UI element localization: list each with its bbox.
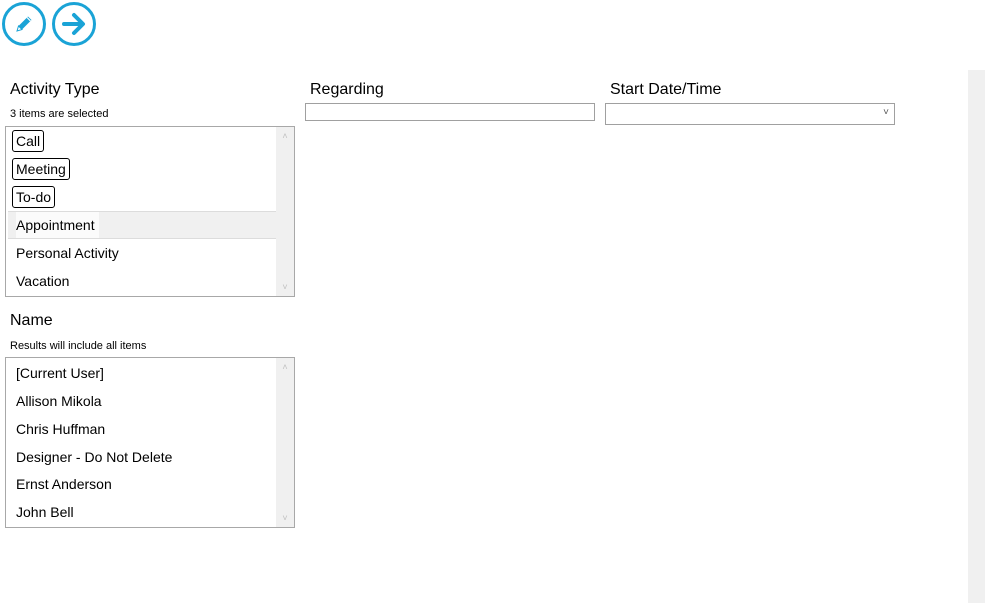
scroll-up-icon[interactable]: ˄ — [276, 128, 294, 144]
name-label: Name — [10, 312, 53, 329]
regarding-label: Regarding — [310, 81, 384, 98]
list-item-label: To-do — [12, 186, 56, 208]
next-button[interactable] — [52, 2, 96, 46]
activity-type-item-todo[interactable]: To-do — [8, 183, 276, 211]
name-selection-status: Results will include all items — [10, 340, 147, 352]
activity-type-item-call[interactable]: Call — [8, 127, 276, 155]
name-item-john-bell[interactable]: John Bell — [8, 498, 276, 526]
page-scrollbar[interactable] — [968, 70, 985, 603]
activity-type-item-vacation[interactable]: Vacation — [8, 267, 276, 295]
list-item-label: Appointment — [16, 212, 99, 238]
activity-type-label: Activity Type — [10, 81, 100, 98]
scroll-down-icon[interactable]: ˅ — [276, 510, 294, 526]
list-item-label: Meeting — [12, 158, 70, 180]
name-item-allison-mikola[interactable]: Allison Mikola — [8, 387, 276, 415]
activity-type-item-appointment[interactable]: Appointment — [8, 211, 276, 239]
regarding-input[interactable] — [305, 103, 595, 121]
pencil-icon — [16, 16, 32, 32]
name-item-ernst-anderson[interactable]: Ernst Anderson — [8, 470, 276, 498]
list-item-label: Personal Activity — [16, 245, 119, 261]
list-item-label: Ernst Anderson — [16, 476, 112, 492]
scroll-up-icon[interactable]: ˄ — [276, 359, 294, 375]
name-listbox[interactable]: [Current User] Allison Mikola Chris Huff… — [5, 357, 295, 528]
list-item-label: Allison Mikola — [16, 393, 102, 409]
activity-type-item-personal-activity[interactable]: Personal Activity — [8, 239, 276, 267]
name-scrollbar[interactable]: ˄ ˅ — [276, 358, 294, 527]
chevron-down-icon: ˅ — [883, 107, 889, 118]
activity-type-item-meeting[interactable]: Meeting — [8, 155, 276, 183]
name-item-chris-huffman[interactable]: Chris Huffman — [8, 415, 276, 443]
list-item-label: [Current User] — [16, 365, 104, 381]
list-item-label: Chris Huffman — [16, 421, 106, 437]
list-item-label: Designer - Do Not Delete — [16, 449, 173, 465]
name-item-current-user[interactable]: [Current User] — [8, 359, 276, 387]
list-item-label: John Bell — [16, 504, 74, 520]
activity-type-scrollbar[interactable]: ˄ ˅ — [276, 127, 294, 296]
list-item-label: Vacation — [16, 273, 70, 289]
list-item-label: Call — [12, 130, 45, 152]
start-datetime-dropdown[interactable]: ˅ — [605, 103, 895, 125]
edit-button[interactable] — [2, 2, 46, 46]
arrow-right-icon — [62, 13, 85, 35]
scroll-down-icon[interactable]: ˅ — [276, 279, 294, 295]
activity-type-selection-status: 3 items are selected — [10, 108, 109, 120]
start-datetime-label: Start Date/Time — [610, 81, 722, 98]
name-item-designer[interactable]: Designer - Do Not Delete — [8, 443, 276, 471]
activity-type-listbox[interactable]: Call Meeting To-do Appointment Personal … — [5, 126, 295, 297]
